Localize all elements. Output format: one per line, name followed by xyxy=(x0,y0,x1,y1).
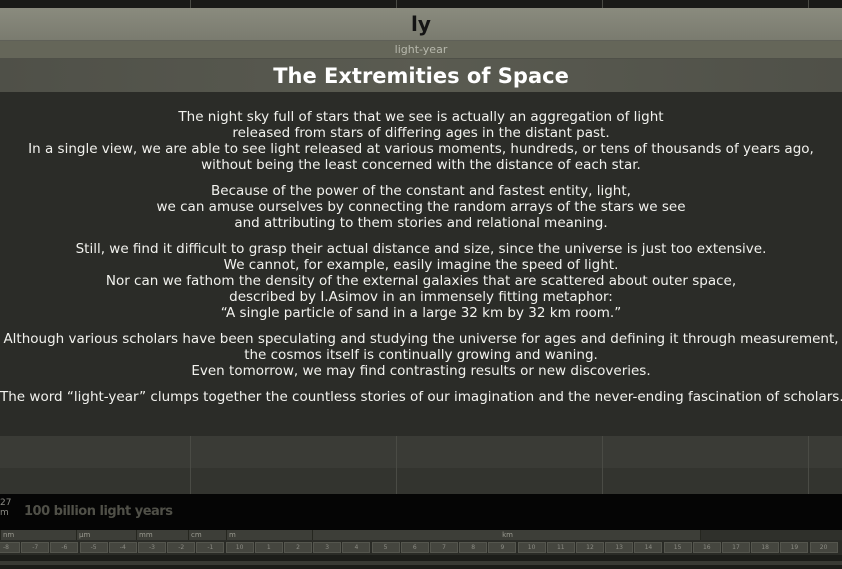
unit-row: nm μm mm cm m km xyxy=(0,530,842,540)
text-line: we can amuse ourselves by connecting the… xyxy=(156,199,686,215)
text-line: The night sky full of stars that we see … xyxy=(178,109,664,125)
text-line: without being the least concerned with t… xyxy=(201,157,641,173)
scale-tick[interactable]: 2 xyxy=(284,542,312,553)
scale-tick[interactable]: -7 xyxy=(21,542,50,553)
text-line: described by I.Asimov in an immensely fi… xyxy=(229,289,613,305)
unit-abbreviation-bar: ly xyxy=(0,8,842,41)
unit-label-mm[interactable]: mm xyxy=(136,530,188,540)
scale-tick[interactable]: 6 xyxy=(400,542,429,553)
paragraph-3: Still, we find it difficult to grasp the… xyxy=(0,241,842,321)
scale-tick[interactable]: 16 xyxy=(692,542,721,553)
scale-tick[interactable]: -8 xyxy=(0,542,20,553)
paragraph-5: The word “light-year” clumps together th… xyxy=(0,389,842,405)
scale-tick[interactable]: 12 xyxy=(576,542,604,553)
text-line: Nor can we fathom the density of the ext… xyxy=(105,273,737,289)
description-panel: The night sky full of stars that we see … xyxy=(0,92,842,436)
unit-label-um[interactable]: μm xyxy=(76,530,136,540)
text-line: The word “light-year” clumps together th… xyxy=(0,389,842,405)
text-line: Although various scholars have been spec… xyxy=(3,331,839,347)
scale-exponent: 27 m xyxy=(0,498,11,518)
scale-tick[interactable]: -5 xyxy=(79,542,108,553)
paragraph-4: Although various scholars have been spec… xyxy=(0,331,842,379)
scale-tick[interactable]: 11 xyxy=(546,542,575,553)
scale-tick[interactable]: 15 xyxy=(663,542,692,553)
scale-tick[interactable]: -2 xyxy=(167,542,196,553)
scale-tick-row: -8 -7 -6 -5 -4 -3 -2 -1 10 1 2 3 4 5 6 7 8 9 10 11 12 13 14 15 1… xyxy=(0,541,842,555)
unit-label-m[interactable]: m xyxy=(226,530,312,540)
paragraph-2: Because of the power of the constant and… xyxy=(0,183,842,231)
scale-tick[interactable]: 17 xyxy=(722,542,750,553)
unit-label-blank xyxy=(700,530,842,540)
unit-abbreviation: ly xyxy=(411,12,431,36)
scale-readout-bar: 27 m 100 billion light years xyxy=(0,494,842,530)
scale-tick[interactable]: 9 xyxy=(488,542,517,553)
scale-tick[interactable]: 18 xyxy=(751,542,780,553)
scale-tick[interactable]: 7 xyxy=(430,542,458,553)
paragraph-1: The night sky full of stars that we see … xyxy=(0,109,842,173)
scale-exponent-unit: m xyxy=(0,508,9,518)
grid-row xyxy=(0,468,842,494)
scale-tick[interactable]: 20 xyxy=(809,542,838,553)
text-line: In a single view, we are able to see lig… xyxy=(28,141,814,157)
scale-tick[interactable]: 14 xyxy=(634,542,663,553)
scale-tick[interactable]: -4 xyxy=(108,542,137,553)
scale-tick[interactable]: 10 xyxy=(517,542,546,553)
unit-label-nm[interactable]: nm xyxy=(0,530,76,540)
scale-tick[interactable]: 13 xyxy=(605,542,634,553)
title-bar: The Extremities of Space xyxy=(0,59,842,92)
page-title: The Extremities of Space xyxy=(273,63,569,88)
text-line: and attributing to them stories and rela… xyxy=(234,215,608,231)
scale-tick[interactable]: 10 xyxy=(225,542,254,553)
scale-tick[interactable]: -6 xyxy=(50,542,79,553)
text-line: “A single particle of sand in a large 32… xyxy=(220,305,622,321)
unit-label-km[interactable]: km xyxy=(312,530,700,540)
top-strip xyxy=(0,0,842,8)
unit-name: light-year xyxy=(394,43,448,56)
text-line: released from stars of differing ages in… xyxy=(232,125,610,141)
unit-name-bar: light-year xyxy=(0,41,842,59)
grid-row xyxy=(0,436,842,468)
scale-tick[interactable]: 1 xyxy=(254,542,283,553)
scale-tick[interactable]: 19 xyxy=(780,542,809,553)
scale-exponent-value: 27 xyxy=(0,498,12,508)
scale-tick[interactable]: 8 xyxy=(459,542,488,553)
text-line: Still, we find it difficult to grasp the… xyxy=(75,241,767,257)
bottom-strip xyxy=(0,555,842,569)
unit-label-cm[interactable]: cm xyxy=(188,530,226,540)
scale-magnitude-label: 100 billion light years xyxy=(24,504,173,519)
scale-tick[interactable]: -3 xyxy=(138,542,166,553)
scale-tick[interactable]: -1 xyxy=(196,542,225,553)
text-line: the cosmos itself is continually growing… xyxy=(244,347,598,363)
scale-tick[interactable]: 3 xyxy=(313,542,342,553)
scale-tick[interactable]: 4 xyxy=(342,542,371,553)
text-line: Because of the power of the constant and… xyxy=(211,183,631,199)
text-line: We cannot, for example, easily imagine t… xyxy=(223,257,619,273)
scale-tick[interactable]: 5 xyxy=(371,542,400,553)
text-line: Even tomorrow, we may find contrasting r… xyxy=(191,363,651,379)
